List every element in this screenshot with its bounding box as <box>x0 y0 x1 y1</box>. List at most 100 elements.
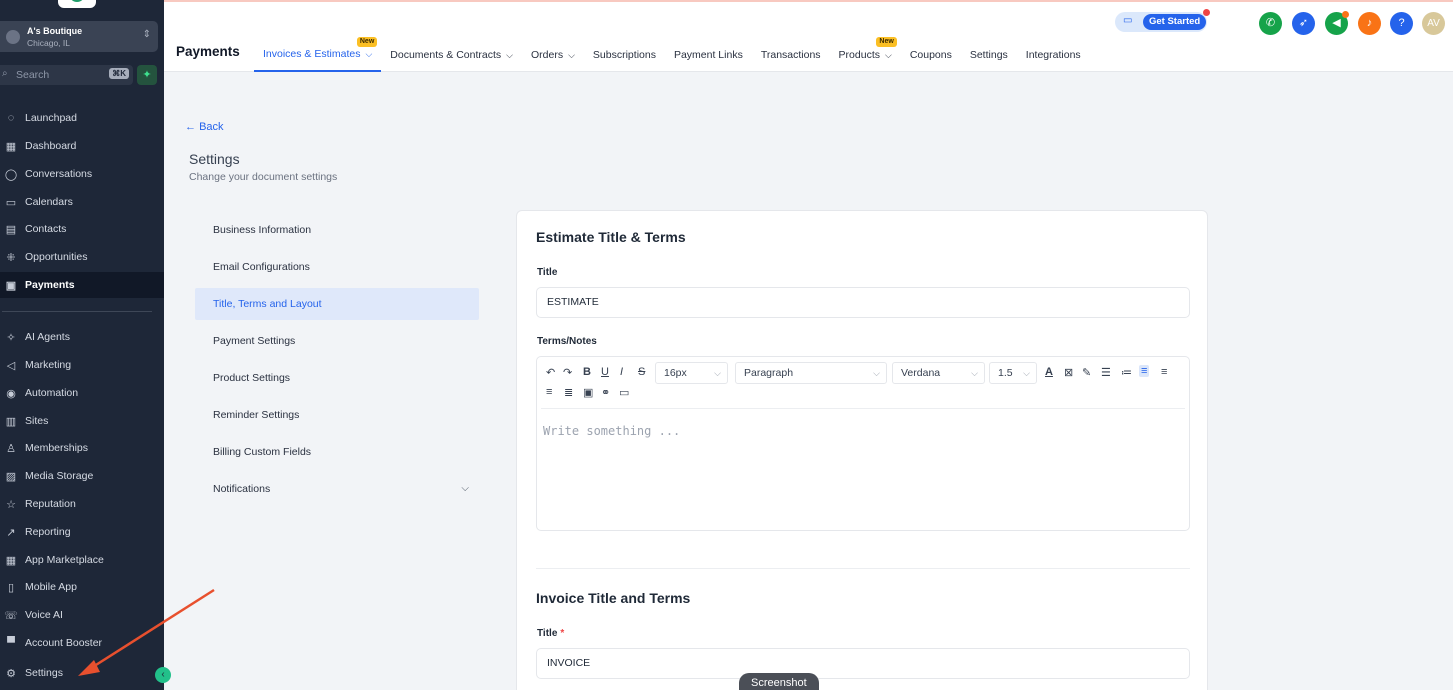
clear-format-icon[interactable]: ⊠ <box>1064 366 1073 379</box>
sidebar-item-launchpad[interactable]: ◌ Launchpad <box>0 105 164 131</box>
settings-card: Estimate Title & Terms Title ESTIMATE Te… <box>516 210 1208 690</box>
top-bar: ▭ Get Started ✆ ➶ ◀ ♪ ? AV Payments Invo… <box>164 0 1453 72</box>
sidebar-item-conversations[interactable]: ◯ Conversations <box>0 161 164 187</box>
sidebar-item-account-booster[interactable]: ▀ Account Booster <box>0 630 164 656</box>
invoice-title-label-text: Title <box>537 628 558 639</box>
quick-actions-bolt-icon[interactable]: ✦ <box>137 65 157 85</box>
insert-video-icon[interactable]: ▭ <box>619 386 629 399</box>
sidebar-item-sites[interactable]: ▥ Sites <box>0 408 164 434</box>
subnav-item-reminder-settings[interactable]: Reminder Settings <box>195 399 479 431</box>
block-format-value: Paragraph <box>744 367 794 379</box>
subnav-label: Product Settings <box>213 372 291 384</box>
strikethrough-icon[interactable]: S <box>638 366 645 378</box>
tab-label: Transactions <box>760 49 821 61</box>
sidebar-item-voice-ai[interactable]: ☏ Voice AI <box>0 602 164 628</box>
search-placeholder: Search <box>16 69 50 81</box>
back-link[interactable]: ← Back <box>185 121 224 133</box>
tab-subscriptions[interactable]: Subscriptions <box>584 38 665 72</box>
subnav-item-business-information[interactable]: Business Information <box>195 214 479 246</box>
sidebar-item-media-storage[interactable]: ▨ Media Storage <box>0 463 164 489</box>
sidebar-item-reputation[interactable]: ☆ Reputation <box>0 491 164 517</box>
sidebar-item-mobile-app[interactable]: ▯ Mobile App <box>0 574 164 600</box>
font-size-select[interactable]: 16px ⌵ <box>655 362 728 384</box>
font-family-value: Verdana <box>901 367 941 379</box>
rocket-icon[interactable]: ➶ <box>1292 12 1315 35</box>
sidebar-item-label: Contacts <box>25 223 67 235</box>
undo-icon[interactable]: ↶ <box>546 366 555 379</box>
align-center-icon[interactable]: ≡ <box>1161 366 1167 378</box>
subnav-item-billing-custom-fields[interactable]: Billing Custom Fields <box>195 436 479 468</box>
estimate-title-input[interactable]: ESTIMATE <box>536 287 1190 318</box>
tab-orders[interactable]: Orders ⌵ <box>522 38 584 72</box>
bold-icon[interactable]: B <box>583 366 591 378</box>
redo-icon[interactable]: ↷ <box>563 366 572 379</box>
estimate-title-label: Title <box>537 267 558 278</box>
tab-integrations[interactable]: Integrations <box>1017 38 1090 72</box>
collapse-sidebar-icon[interactable]: ‹ <box>155 667 171 683</box>
tab-invoices-estimates[interactable]: Invoices & Estimates ⌵ New <box>254 37 382 72</box>
tab-transactions[interactable]: Transactions <box>752 38 830 72</box>
bell-icon[interactable]: ♪ <box>1358 12 1381 35</box>
align-left-icon[interactable]: ≡ <box>1139 365 1150 377</box>
get-started-button[interactable]: ▭ Get Started <box>1115 9 1210 32</box>
sidebar-item-automation[interactable]: ◉ Automation <box>0 380 164 406</box>
insert-link-icon[interactable]: ⚭ <box>601 386 610 399</box>
tab-settings[interactable]: Settings <box>961 38 1017 72</box>
invoice-title-input[interactable]: INVOICE <box>536 648 1190 679</box>
subnav-item-notifications[interactable]: Notifications ⌵ <box>195 473 479 505</box>
underline-icon[interactable]: U <box>601 366 609 378</box>
editor-divider <box>541 408 1185 409</box>
help-icon[interactable]: ? <box>1390 12 1413 35</box>
tab-documents-contracts[interactable]: Documents & Contracts ⌵ <box>381 38 522 72</box>
sidebar-item-ai-agents[interactable]: ✧ AI Agents <box>0 324 164 350</box>
subnav-item-payment-settings[interactable]: Payment Settings <box>195 325 479 357</box>
sidebar-item-app-marketplace[interactable]: ▦ App Marketplace <box>0 547 164 573</box>
highlight-icon[interactable]: ✎ <box>1082 366 1091 379</box>
numbered-list-icon[interactable]: ≔ <box>1121 366 1132 379</box>
sidebar-item-label: App Marketplace <box>25 554 104 566</box>
subnav-item-title-terms-and-layout[interactable]: Title, Terms and Layout <box>195 288 479 320</box>
booster-icon: ▀ <box>7 637 15 649</box>
location-avatar-icon <box>6 30 20 44</box>
megaphone-icon[interactable]: ◀ <box>1325 11 1349 35</box>
search-input[interactable]: ⌕ Search ⌘K <box>0 65 133 85</box>
bullet-list-icon[interactable]: ☰ <box>1101 366 1111 379</box>
sidebar-item-reporting[interactable]: ↗ Reporting <box>0 519 164 545</box>
tab-label: Settings <box>969 49 1008 61</box>
back-label: Back <box>199 121 224 133</box>
align-justify-icon[interactable]: ≣ <box>564 386 573 399</box>
sidebar-item-contacts[interactable]: ▤ Contacts <box>0 216 164 242</box>
phone-icon[interactable]: ✆ <box>1259 12 1282 35</box>
font-family-select[interactable]: Verdana ⌵ <box>892 362 985 384</box>
company-logo[interactable] <box>58 0 96 8</box>
subnav-item-email-configurations[interactable]: Email Configurations <box>195 251 479 283</box>
sidebar-item-calendars[interactable]: ▭ Calendars <box>0 189 164 215</box>
new-badge: New <box>356 37 378 47</box>
sidebar-item-memberships[interactable]: ♙ Memberships <box>0 435 164 461</box>
sidebar-item-payments[interactable]: ▣ Payments <box>0 272 164 298</box>
sidebar-item-opportunities[interactable]: ⁜ Opportunities <box>0 244 164 270</box>
tab-label: Payment Links <box>673 49 743 61</box>
terms-editor[interactable]: ↶ ↷ B U I S 16px ⌵ Paragraph ⌵ Verdana ⌵ 1.… <box>536 356 1190 531</box>
line-height-select[interactable]: 1.5 ⌵ <box>989 362 1037 384</box>
subnav-item-product-settings[interactable]: Product Settings <box>195 362 479 394</box>
block-format-select[interactable]: Paragraph ⌵ <box>735 362 887 384</box>
insert-image-icon[interactable]: ▣ <box>583 386 593 399</box>
settings-subtitle: Change your document settings <box>189 171 338 183</box>
sidebar-item-dashboard[interactable]: ▦ Dashboard <box>0 133 164 159</box>
sidebar-item-label: Calendars <box>25 196 73 208</box>
search-shortcut: ⌘K <box>109 68 129 79</box>
invoice-title-label: Title * <box>537 628 564 639</box>
chat-icon: ◯ <box>4 168 18 181</box>
tab-payment-links[interactable]: Payment Links <box>665 38 752 72</box>
user-avatar[interactable]: AV <box>1422 12 1445 35</box>
italic-icon[interactable]: I <box>620 366 623 378</box>
text-color-icon[interactable]: A <box>1045 366 1053 378</box>
sidebar-item-marketing[interactable]: ◁ Marketing <box>0 352 164 378</box>
align-right-icon[interactable]: ≡ <box>546 386 552 398</box>
tab-coupons[interactable]: Coupons <box>901 38 961 72</box>
location-switcher[interactable]: A's Boutique Chicago, IL ⇕ <box>0 21 158 52</box>
sidebar-item-settings[interactable]: ⚙ Settings <box>0 660 164 686</box>
tab-products[interactable]: Products ⌵ New <box>830 37 901 72</box>
mobile-icon: ▯ <box>7 581 15 594</box>
